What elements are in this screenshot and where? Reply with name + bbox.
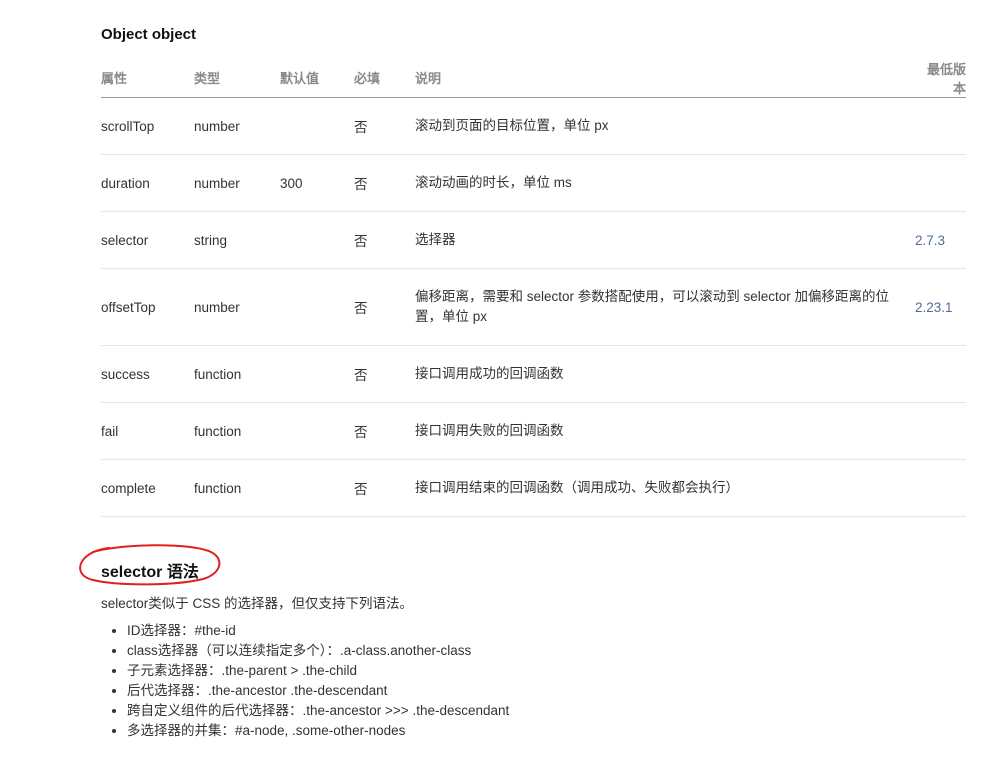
cell-type: function (194, 345, 280, 403)
cell-attr: success (101, 345, 194, 403)
cell-desc: 接口调用成功的回调函数 (415, 345, 915, 403)
cell-version[interactable] (915, 97, 966, 155)
table-row: success function 否 接口调用成功的回调函数 (101, 345, 966, 403)
cell-attr: complete (101, 459, 194, 517)
cell-required: 否 (354, 268, 415, 346)
list-item: 子元素选择器：.the-parent > .the-child (127, 661, 509, 681)
cell-type: function (194, 459, 280, 517)
cell-attr: offsetTop (101, 268, 194, 346)
table-row: offsetTop number 否 偏移距离，需要和 selector 参数搭… (101, 268, 966, 346)
cell-attr: fail (101, 402, 194, 460)
cell-type: string (194, 211, 280, 269)
cell-required: 否 (354, 345, 415, 403)
header-type: 类型 (194, 58, 280, 98)
table-row: fail function 否 接口调用失败的回调函数 (101, 402, 966, 460)
cell-default (280, 211, 354, 269)
header-desc: 说明 (415, 58, 915, 98)
cell-desc: 接口调用失败的回调函数 (415, 402, 915, 460)
cell-default (280, 268, 354, 346)
cell-required: 否 (354, 211, 415, 269)
list-item: ID选择器：#the-id (127, 621, 509, 641)
list-item: 跨自定义组件的后代选择器：.the-ancestor >>> .the-desc… (127, 701, 509, 721)
cell-desc: 接口调用结束的回调函数（调用成功、失败都会执行） (415, 459, 915, 517)
cell-required: 否 (354, 97, 415, 155)
cell-required: 否 (354, 459, 415, 517)
cell-type: number (194, 268, 280, 346)
cell-type: number (194, 97, 280, 155)
table-row: duration number 300 否 滚动动画的时长，单位 ms (101, 154, 966, 212)
cell-desc: 滚动动画的时长，单位 ms (415, 154, 915, 212)
cell-default (280, 97, 354, 155)
cell-desc: 滚动到页面的目标位置，单位 px (415, 97, 915, 155)
table-row: scrollTop number 否 滚动到页面的目标位置，单位 px (101, 97, 966, 155)
version-link[interactable]: 2.23.1 (915, 268, 966, 346)
cell-default (280, 345, 354, 403)
cell-default (280, 402, 354, 460)
cell-required: 否 (354, 402, 415, 460)
list-item: class选择器（可以连续指定多个）：.a-class.another-clas… (127, 641, 509, 661)
list-item: 后代选择器：.the-ancestor .the-descendant (127, 681, 509, 701)
cell-version[interactable] (915, 345, 966, 403)
cell-default: 300 (280, 154, 354, 212)
cell-version[interactable] (915, 459, 966, 517)
cell-type: number (194, 154, 280, 212)
cell-desc: 选择器 (415, 211, 915, 269)
list-item: 多选择器的并集：#a-node, .some-other-nodes (127, 721, 509, 741)
header-required: 必填 (354, 58, 415, 98)
table-row: selector string 否 选择器 2.7.3 (101, 211, 966, 269)
cell-attr: duration (101, 154, 194, 212)
params-table: 属性 类型 默认值 必填 说明 最低版本 scrollTop number 否 … (101, 58, 966, 517)
selector-intro: selector类似于 CSS 的选择器，但仅支持下列语法。 (101, 596, 414, 611)
cell-type: function (194, 402, 280, 460)
selector-syntax-list: ID选择器：#the-id class选择器（可以连续指定多个）：.a-clas… (101, 621, 509, 741)
cell-default (280, 459, 354, 517)
table-header-row: 属性 类型 默认值 必填 说明 最低版本 (101, 58, 966, 98)
cell-desc: 偏移距离，需要和 selector 参数搭配使用，可以滚动到 selector … (415, 268, 915, 346)
object-title: Object object (101, 26, 197, 43)
header-version: 最低版本 (915, 58, 966, 98)
header-default: 默认值 (280, 58, 354, 98)
cell-attr: scrollTop (101, 97, 194, 155)
version-link[interactable]: 2.7.3 (915, 211, 966, 269)
cell-version[interactable] (915, 154, 966, 212)
table-row: complete function 否 接口调用结束的回调函数（调用成功、失败都… (101, 459, 966, 517)
cell-attr: selector (101, 211, 194, 269)
cell-version[interactable] (915, 402, 966, 460)
selector-syntax-heading: selector 语法 (101, 564, 199, 581)
cell-required: 否 (354, 154, 415, 212)
header-attr: 属性 (101, 58, 194, 98)
